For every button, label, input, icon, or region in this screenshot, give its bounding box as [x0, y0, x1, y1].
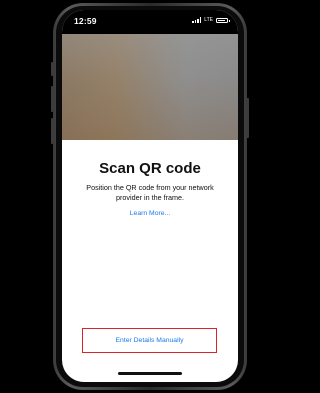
stage: 12:59 LTE Scan QR code Position the QR c…: [0, 0, 300, 393]
phone-screen: 12:59 LTE Scan QR code Position the QR c…: [62, 10, 238, 382]
signal-icon: [192, 17, 202, 23]
scan-instructions-panel: Scan QR code Position the QR code from y…: [62, 140, 238, 220]
learn-more-link[interactable]: Learn More...: [130, 210, 170, 217]
camera-preview[interactable]: [62, 34, 238, 140]
home-indicator[interactable]: [118, 372, 182, 375]
instructions-text: Position the QR code from your network p…: [86, 183, 214, 202]
network-type-label: LTE: [204, 17, 213, 23]
status-bar: 12:59 LTE: [62, 10, 238, 34]
enter-details-manually-button[interactable]: Enter Details Manually: [116, 337, 184, 344]
status-time: 12:59: [74, 16, 97, 26]
page-title: Scan QR code: [99, 160, 201, 177]
status-indicators: LTE: [192, 17, 230, 23]
highlight-box: Enter Details Manually: [82, 328, 217, 353]
notch: [110, 10, 190, 25]
battery-icon: [216, 17, 230, 23]
